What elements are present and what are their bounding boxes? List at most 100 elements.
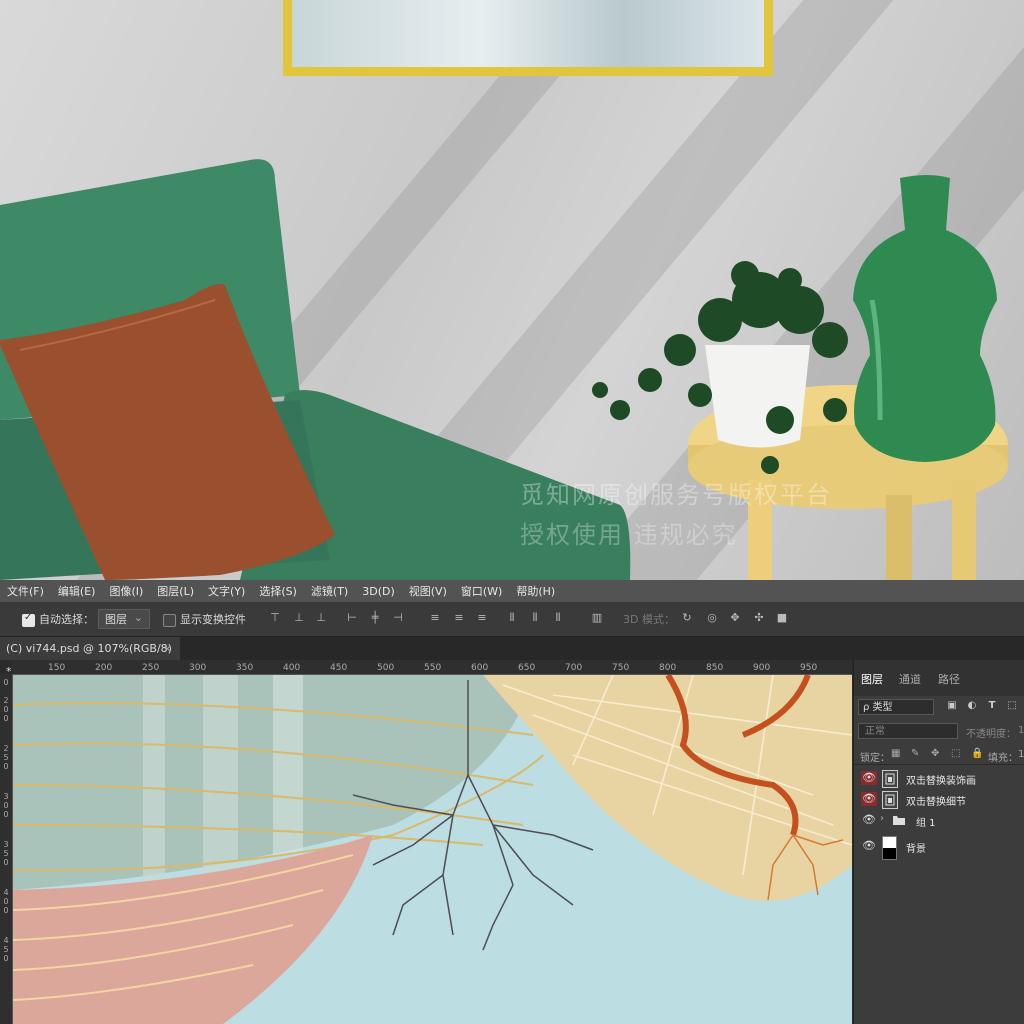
- lock-pixels-icon[interactable]: ▦: [891, 748, 900, 759]
- menu-help[interactable]: 帮助(H): [509, 583, 562, 599]
- align-hcenter-icon[interactable]: ╪: [368, 611, 382, 625]
- document-tab-bar: (C) vi744.psd @ 107%(RGB/8) * ×: [0, 637, 1024, 678]
- layer-row[interactable]: 👁 › 组 1: [854, 810, 1024, 830]
- options-bar: 自动选择： 图层 ⌄ 显示变换控件 ⊤ ⊥ ⊥ ⊢ ╪ ⊣ ≡ ≡ ≡ ⦀ ⦀ …: [0, 602, 1024, 637]
- ruler-tick: 0: [3, 897, 9, 906]
- lock-brush-icon[interactable]: ✎: [911, 748, 919, 759]
- layer-row[interactable]: 👁 双击替换细节: [854, 789, 1024, 809]
- watermark-line1: 觅知网原创服务号版权平台: [520, 481, 832, 509]
- distribute-bottom-icon[interactable]: ≡: [475, 611, 489, 625]
- ruler-tick: 0: [3, 714, 9, 723]
- align-top-icon[interactable]: ⊤: [268, 611, 282, 625]
- adjustment-filter-icon[interactable]: ◐: [966, 700, 978, 712]
- fill-value[interactable]: 1: [1018, 749, 1024, 760]
- auto-select-value: 图层: [105, 613, 127, 626]
- distribute-top-icon[interactable]: ≡: [428, 611, 442, 625]
- eye-icon[interactable]: 👁: [861, 813, 877, 827]
- chevron-right-icon[interactable]: ›: [880, 813, 884, 824]
- auto-align-icon[interactable]: ▥: [590, 611, 604, 625]
- show-transform-toggle[interactable]: 显示变换控件: [163, 611, 246, 627]
- auto-select-dropdown[interactable]: 图层 ⌄: [98, 609, 150, 629]
- layer-filter-label: ρ 类型: [863, 702, 893, 713]
- ruler-tick: 550: [424, 663, 442, 673]
- ruler-tick: 900: [753, 663, 771, 673]
- menu-file[interactable]: 文件(F): [0, 583, 51, 599]
- ruler-tick: 700: [565, 663, 583, 673]
- blend-mode-dropdown[interactable]: 正常: [858, 723, 958, 739]
- furniture-illustration: [0, 159, 1008, 580]
- ruler-tick: 0: [3, 801, 9, 810]
- ruler-tick: 5: [3, 753, 9, 762]
- opacity-label: 不透明度：: [966, 729, 1016, 740]
- layer-filter-dropdown[interactable]: ρ 类型: [858, 699, 934, 715]
- scale-3d-icon[interactable]: ■: [775, 611, 789, 625]
- align-bottom-icon[interactable]: ⊥: [314, 611, 328, 625]
- layer-row[interactable]: 👁 双击替换装饰画: [854, 768, 1024, 788]
- close-icon[interactable]: ×: [163, 637, 172, 660]
- tab-layers[interactable]: 图层: [861, 671, 883, 687]
- layers-panel: 图层 通道 路径 ρ 类型 ▣ ◐ T ⬚ 正常 不透明度： 1 锁定： ▦ ✎…: [853, 660, 1024, 1024]
- align-right-icon[interactable]: ⊣: [391, 611, 405, 625]
- menu-view[interactable]: 视图(V): [402, 583, 454, 599]
- show-transform-label: 显示变换控件: [180, 613, 246, 626]
- distribute-right-icon[interactable]: ⦀: [551, 611, 565, 625]
- menu-layer[interactable]: 图层(L): [150, 583, 201, 599]
- panel-tabs: 图层 通道 路径: [854, 660, 1024, 696]
- ruler-tick: 800: [659, 663, 677, 673]
- vertical-ruler: 0 2 0 0 2 5 0 3 0 0 3 5 0 4 0 0 4 5 0: [0, 674, 13, 1024]
- ruler-tick: 0: [3, 810, 9, 819]
- ruler-tick: 0: [3, 678, 9, 687]
- align-vcenter-icon[interactable]: ⊥: [292, 611, 306, 625]
- ruler-tick: 0: [3, 954, 9, 963]
- ruler-tick: 0: [3, 906, 9, 915]
- ruler-tick: 150: [48, 663, 66, 673]
- eye-icon[interactable]: 👁: [861, 839, 877, 853]
- lock-move-icon[interactable]: ✥: [931, 748, 939, 759]
- menu-type[interactable]: 文字(Y): [201, 583, 252, 599]
- eye-icon[interactable]: 👁: [861, 771, 877, 785]
- ruler-tick: 5: [3, 945, 9, 954]
- roll-3d-icon[interactable]: ◎: [705, 611, 719, 625]
- opacity-value[interactable]: 1: [1018, 725, 1024, 736]
- menu-filter[interactable]: 滤镜(T): [304, 583, 355, 599]
- ruler-tick: 4: [3, 888, 9, 897]
- fill-label: 填充：: [988, 753, 1018, 764]
- background-thumbnail: [882, 836, 897, 860]
- lock-all-icon[interactable]: 🔒: [971, 748, 983, 759]
- auto-select-toggle[interactable]: 自动选择：: [22, 611, 94, 627]
- shape-filter-icon[interactable]: ⬚: [1006, 700, 1018, 712]
- ruler-tick: 2: [3, 696, 9, 705]
- menu-window[interactable]: 窗口(W): [454, 583, 509, 599]
- document-canvas[interactable]: [13, 675, 852, 1024]
- auto-select-checkbox[interactable]: [22, 612, 35, 627]
- menu-edit[interactable]: 编辑(E): [51, 583, 103, 599]
- distribute-vcenter-icon[interactable]: ≡: [452, 611, 466, 625]
- tab-channels[interactable]: 通道: [899, 671, 921, 687]
- lock-artboard-icon[interactable]: ⬚: [951, 748, 960, 759]
- table-leg: [952, 480, 976, 580]
- ruler-tick: 950: [800, 663, 818, 673]
- layer-row[interactable]: 👁 背景: [854, 836, 1024, 860]
- distribute-hcenter-icon[interactable]: ⦀: [528, 611, 542, 625]
- ruler-tick: 350: [236, 663, 254, 673]
- tab-paths[interactable]: 路径: [938, 671, 960, 687]
- slide-3d-icon[interactable]: ✣: [752, 611, 766, 625]
- type-filter-icon[interactable]: T: [986, 700, 998, 712]
- menu-3d[interactable]: 3D(D): [355, 585, 402, 598]
- drag-3d-icon[interactable]: ✥: [728, 611, 742, 625]
- plant-pot: [705, 345, 810, 448]
- ruler-tick: 0: [3, 762, 9, 771]
- chevron-down-icon: ⌄: [133, 611, 143, 624]
- ruler-tick: 0: [3, 705, 9, 714]
- align-left-icon[interactable]: ⊢: [345, 611, 359, 625]
- menu-select[interactable]: 选择(S): [252, 583, 304, 599]
- image-filter-icon[interactable]: ▣: [946, 700, 958, 712]
- menu-bar: 文件(F) 编辑(E) 图像(I) 图层(L) 文字(Y) 选择(S) 滤镜(T…: [0, 580, 1024, 602]
- eye-icon[interactable]: 👁: [861, 792, 877, 806]
- document-tab[interactable]: (C) vi744.psd @ 107%(RGB/8) * ×: [0, 637, 180, 678]
- canvas-artwork: [13, 675, 852, 1024]
- rotate-3d-icon[interactable]: ↻: [680, 611, 694, 625]
- menu-image[interactable]: 图像(I): [102, 583, 150, 599]
- show-transform-checkbox[interactable]: [163, 613, 176, 627]
- distribute-left-icon[interactable]: ⦀: [505, 611, 519, 625]
